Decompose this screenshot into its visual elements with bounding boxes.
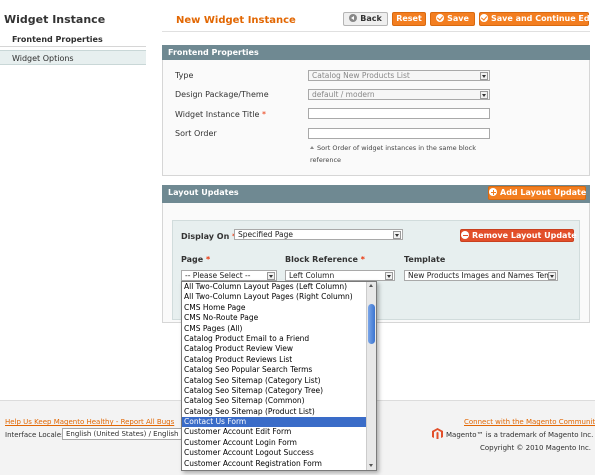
interface-locale-label: Interface Locale: [5,431,64,439]
required-mark: * [261,110,266,119]
reset-button[interactable]: Reset [392,12,426,26]
block-reference-label: Block Reference * [285,255,365,264]
page-label-text: Page [181,255,204,264]
widget-title-label: Widget Instance Title * [175,110,266,119]
save-button-label: Save [447,14,469,23]
dropdown-option[interactable]: Catalog Product Email to a Friend [182,334,376,344]
page-select[interactable]: -- Please Select -- [181,270,277,281]
display-on-label: Display On * [181,232,236,241]
plus-icon [489,188,497,196]
dropdown-option[interactable]: Catalog Seo Sitemap (Product List) [182,407,376,417]
sort-order-label: Sort Order [175,129,217,138]
note-triangle-icon [310,146,314,149]
chevron-down-icon [480,91,488,99]
remove-icon [461,231,469,239]
dropdown-option[interactable]: CMS Home Page [182,303,376,313]
theme-select-value: default / modern [312,90,375,99]
widget-title-label-text: Widget Instance Title [175,110,260,119]
back-button-label: Back [360,14,382,23]
save-button[interactable]: Save [430,12,475,26]
dropdown-option[interactable]: Customer Account Login Form [182,438,376,448]
reset-button-label: Reset [396,14,422,23]
chevron-down-icon [385,272,393,280]
sort-order-input[interactable] [308,128,490,139]
report-bugs-link[interactable]: Help Us Keep Magento Healthy - Report Al… [5,418,174,426]
type-select[interactable]: Catalog New Products List [308,70,490,81]
chevron-down-icon [267,272,275,280]
required-mark: * [360,255,365,264]
dropdown-option[interactable]: Catalog Seo Sitemap (Category List) [182,376,376,386]
dropdown-option[interactable]: Customer Account Edit Form [182,427,376,437]
sort-order-note: Sort Order of widget instances in the sa… [310,142,495,166]
dropdown-option[interactable]: Contact Us Form [182,417,376,428]
dropdown-scrollbar[interactable] [366,282,376,470]
interface-locale-select[interactable]: English (United States) / English ( [62,428,184,440]
checkmark-icon [436,14,445,22]
display-on-select[interactable]: Specified Page [234,229,403,240]
dropdown-option[interactable]: Catalog Seo Sitemap (Category Tree) [182,386,376,396]
header-divider [162,31,590,32]
add-layout-update-button[interactable]: Add Layout Update [488,186,586,200]
back-arrow-icon [349,14,358,22]
type-select-value: Catalog New Products List [312,71,410,80]
chevron-down-icon [548,272,556,280]
page-select-value: -- Please Select -- [185,271,251,280]
dropdown-option[interactable]: Catalog Seo Popular Search Terms [182,365,376,375]
block-reference-select-value: Left Column [289,271,335,280]
remove-layout-update-label: Remove Layout Update [472,231,577,240]
theme-label: Design Package/Theme [175,90,269,99]
magento-logo-icon [432,428,443,439]
community-link[interactable]: Connect with the Magento Community [464,418,595,426]
block-reference-label-text: Block Reference [285,255,358,264]
dropdown-option[interactable]: Catalog Product Review View [182,344,376,354]
copyright-text: Copyright © 2010 Magento Inc. [480,444,592,452]
remove-layout-update-button[interactable]: Remove Layout Update [460,229,577,242]
sort-order-note-text: Sort Order of widget instances in the sa… [310,144,476,164]
dropdown-option[interactable]: Customer Forgot Password Form [182,469,376,470]
page-dropdown-list[interactable]: All Two-Column Layout Pages (Left Column… [181,281,377,471]
page-label: Page * [181,255,210,264]
display-on-label-text: Display On [181,232,230,241]
sidebar-item-frontend-properties[interactable]: Frontend Properties [0,32,146,47]
theme-select[interactable]: default / modern [308,89,490,100]
dropdown-option[interactable]: Customer Account Logout Success [182,448,376,458]
dropdown-option[interactable]: Catalog Seo Sitemap (Common) [182,396,376,406]
widget-title-input[interactable] [308,108,490,119]
add-layout-update-label: Add Layout Update [500,188,587,197]
dropdown-option[interactable]: Customer Account Registration Form [182,459,376,469]
chevron-down-icon [393,231,401,239]
save-and-continue-button[interactable]: Save and Continue Edit [479,12,595,26]
page-dropdown-items: All Two-Column Layout Pages (Left Column… [182,282,376,470]
dropdown-option[interactable]: All Two-Column Layout Pages (Left Column… [182,282,376,292]
sidebar-item-widget-options[interactable]: Widget Options [0,50,146,65]
display-on-select-value: Specified Page [238,230,293,239]
scrollbar-thumb[interactable] [368,304,375,344]
dropdown-option[interactable]: CMS No-Route Page [182,313,376,323]
sidebar-title: Widget Instance [4,13,106,26]
scroll-up-arrow-icon[interactable] [367,282,376,290]
frontend-properties-header: Frontend Properties [162,45,590,60]
save-and-continue-label: Save and Continue Edit [491,14,595,23]
scroll-down-arrow-icon[interactable] [367,462,376,470]
checkmark-icon [480,14,488,22]
template-select-value: New Products Images and Names Templ [408,271,558,280]
chevron-down-icon [480,72,488,80]
template-select[interactable]: New Products Images and Names Templ [404,270,558,281]
back-button[interactable]: Back [343,12,388,26]
dropdown-option[interactable]: CMS Pages (All) [182,324,376,334]
dropdown-option[interactable]: Catalog Product Reviews List [182,355,376,365]
block-reference-select[interactable]: Left Column [285,270,395,281]
dropdown-option[interactable]: All Two-Column Layout Pages (Right Colum… [182,292,376,302]
trademark-text: Magento™ is a trademark of Magento Inc. [446,431,594,439]
type-label: Type [175,71,194,80]
template-label: Template [404,255,446,264]
page-title: New Widget Instance [176,15,296,26]
required-mark: * [206,255,211,264]
